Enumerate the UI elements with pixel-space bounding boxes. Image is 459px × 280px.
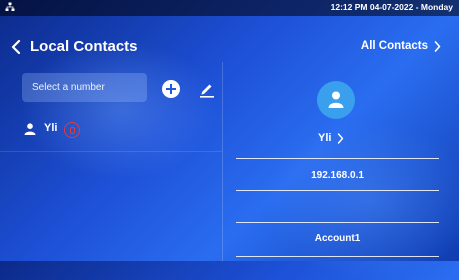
- all-contacts-button[interactable]: All Contacts: [361, 40, 441, 52]
- divider-line: [236, 256, 439, 257]
- contact-list-item[interactable]: Yli: [0, 113, 222, 152]
- detail-account: Account1: [314, 233, 361, 244]
- network-icon: [5, 2, 15, 11]
- chevron-right-icon: [434, 40, 441, 52]
- avatar: [317, 81, 355, 119]
- status-time: 12:12 PM 04-07-2022 - Monday: [330, 2, 453, 12]
- status-bar: 12:12 PM 04-07-2022 - Monday: [0, 0, 459, 16]
- person-icon: [24, 123, 36, 135]
- chevron-left-icon: [11, 39, 21, 54]
- pencil-icon[interactable]: [198, 80, 216, 98]
- contact-detail-name[interactable]: Yli: [318, 132, 344, 144]
- panel-divider: [222, 62, 223, 261]
- add-contact-button[interactable]: [162, 80, 180, 98]
- all-contacts-label: All Contacts: [360, 40, 428, 52]
- search-field[interactable]: [22, 73, 147, 102]
- person-icon: [328, 91, 344, 108]
- divider-line: [236, 222, 439, 223]
- detail-ip: 192.168.0.1: [311, 170, 364, 181]
- divider-line: [236, 190, 439, 191]
- chevron-right-icon: [338, 132, 344, 144]
- detail-name-label: Yli: [318, 132, 332, 144]
- contact-name: Yli: [44, 122, 58, 134]
- background-glow: [20, 40, 220, 180]
- back-button[interactable]: Local Contacts: [10, 38, 138, 55]
- page-title: Local Contacts: [30, 38, 138, 55]
- divider-line: [236, 158, 439, 159]
- search-input[interactable]: [22, 73, 147, 102]
- annotation-circle: [64, 122, 80, 138]
